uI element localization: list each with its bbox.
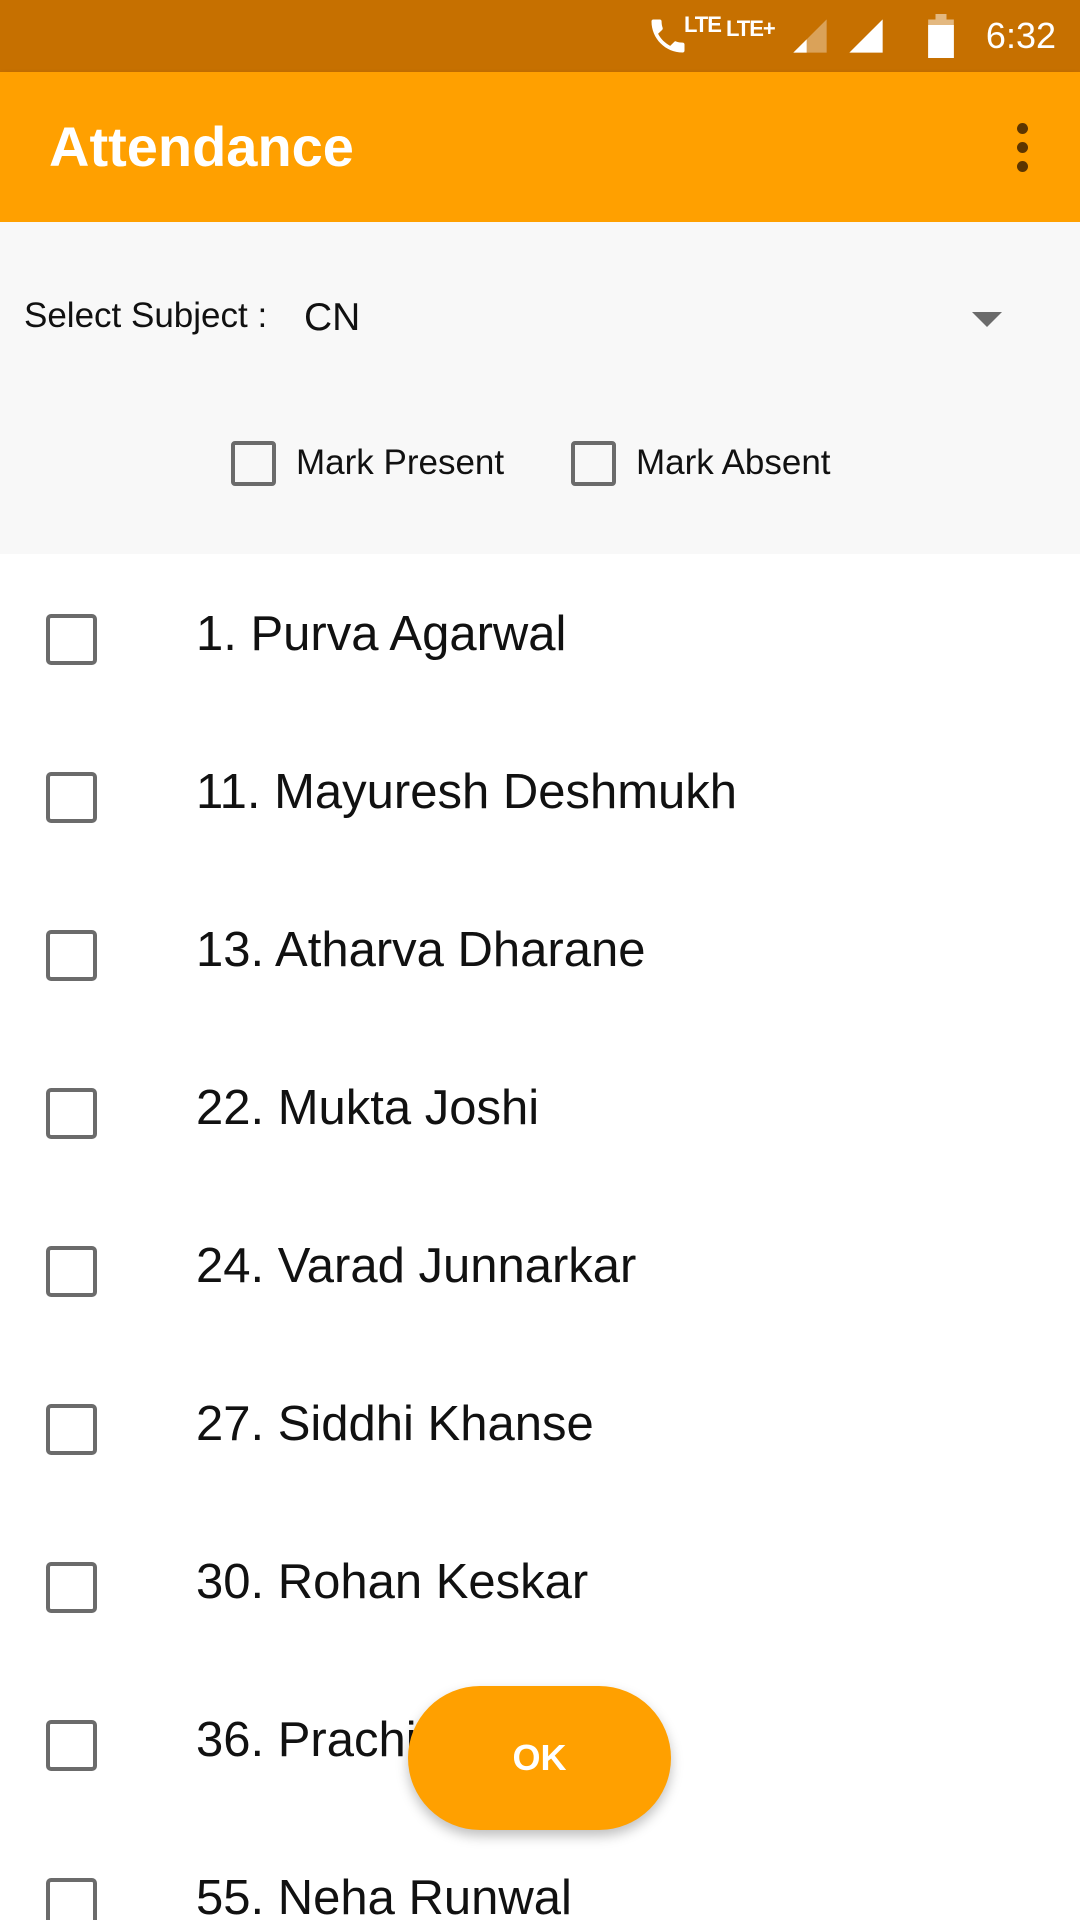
- student-name: 55. Neha Runwal: [196, 1871, 572, 1920]
- mark-absent-checkbox[interactable]: [571, 440, 616, 486]
- mark-present-label: Mark Present: [296, 443, 505, 482]
- student-checkbox[interactable]: [46, 930, 97, 981]
- subject-label: Select Subject :: [24, 296, 268, 335]
- subject-value: CN: [304, 296, 361, 339]
- mark-absent-option[interactable]: Mark Absent: [571, 435, 831, 491]
- page-title: Attendance: [49, 115, 354, 178]
- mark-present-option[interactable]: Mark Present: [231, 435, 504, 491]
- overflow-menu-icon[interactable]: [988, 113, 1056, 181]
- signal-full-icon: [846, 0, 886, 72]
- student-row[interactable]: 27. Siddhi Khanse: [0, 1344, 1080, 1502]
- student-name: 30. Rohan Keskar: [196, 1555, 589, 1609]
- student-name: 13. Atharva Dharane: [196, 923, 646, 977]
- signal-weak-icon: [790, 0, 830, 72]
- wifi-calling-icon: LTE: [646, 0, 722, 72]
- student-row[interactable]: 55. Neha Runwal: [0, 1818, 1080, 1920]
- app-toolbar: Attendance: [0, 72, 1080, 222]
- student-name: 24. Varad Junnarkar: [196, 1239, 637, 1293]
- status-time: 6:32: [985, 15, 1056, 56]
- mark-absent-label: Mark Absent: [636, 443, 831, 482]
- student-checkbox[interactable]: [46, 1246, 97, 1297]
- ok-button[interactable]: OK: [408, 1686, 671, 1830]
- student-name: 27. Siddhi Khanse: [196, 1397, 594, 1451]
- dropdown-arrow-icon: [972, 312, 1002, 327]
- student-name: 22. Mukta Joshi: [196, 1081, 540, 1135]
- battery-icon: [926, 0, 956, 72]
- student-checkbox[interactable]: [46, 1088, 97, 1139]
- student-name: 1. Purva Agarwal: [196, 607, 567, 661]
- student-checkbox[interactable]: [46, 614, 97, 665]
- network-type: LTE+: [726, 0, 776, 72]
- student-row[interactable]: 13. Atharva Dharane: [0, 870, 1080, 1028]
- call-lte-label: LTE: [684, 12, 722, 37]
- status-bar: LTE LTE+ 6:32: [0, 0, 1080, 72]
- student-checkbox[interactable]: [46, 1404, 97, 1455]
- mark-present-checkbox[interactable]: [231, 440, 276, 486]
- student-row[interactable]: 30. Rohan Keskar: [0, 1502, 1080, 1660]
- student-name: 11. Mayuresh Deshmukh: [196, 765, 738, 819]
- network-type-label: LTE+: [726, 16, 776, 41]
- student-checkbox[interactable]: [46, 772, 97, 823]
- student-row[interactable]: 11. Mayuresh Deshmukh: [0, 712, 1080, 870]
- student-checkbox[interactable]: [46, 1720, 97, 1771]
- student-checkbox[interactable]: [46, 1562, 97, 1613]
- subject-dropdown[interactable]: CN: [290, 270, 1030, 370]
- student-checkbox[interactable]: [46, 1878, 97, 1920]
- student-name: 36. Prachi: [196, 1713, 417, 1767]
- student-row[interactable]: 22. Mukta Joshi: [0, 1028, 1080, 1186]
- student-row[interactable]: 1. Purva Agarwal: [0, 554, 1080, 712]
- student-row[interactable]: 24. Varad Junnarkar: [0, 1186, 1080, 1344]
